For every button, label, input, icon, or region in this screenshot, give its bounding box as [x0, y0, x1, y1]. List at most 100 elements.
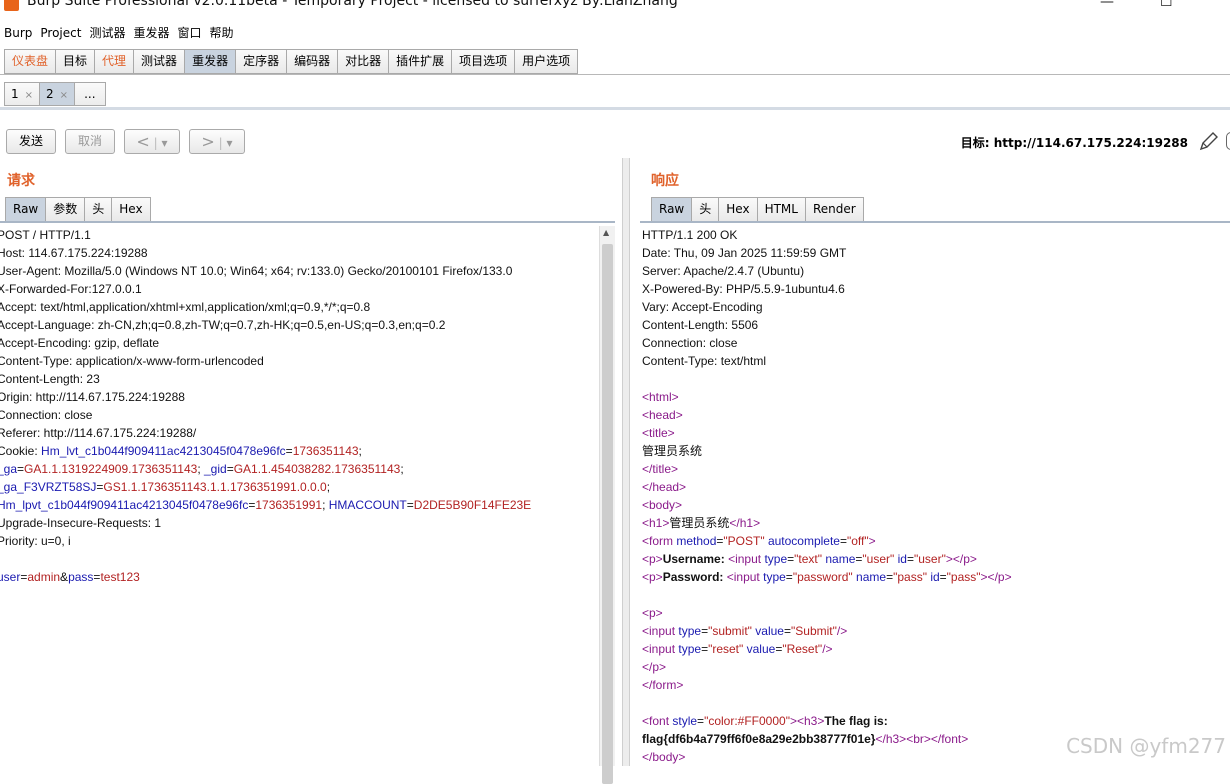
menu-item-3[interactable]: 重发器 [129, 22, 173, 44]
response-token: id [930, 570, 940, 584]
request-token: pass [68, 570, 94, 584]
request-token: & [60, 570, 69, 584]
response-token: = [783, 624, 791, 638]
response-line: Date: Thu, 09 Jan 2025 11:59:59 GMT [642, 244, 1230, 262]
response-line: <form method="POST" autocomplete="off"> [642, 532, 1230, 550]
forward-icon: > [201, 132, 215, 151]
response-token: Content-Type: text/html [642, 354, 767, 368]
response-line: <p>Password: <input type="password" name… [642, 568, 1230, 586]
split-divider[interactable] [622, 158, 630, 766]
repeater-tab-0[interactable]: 1 × [4, 82, 40, 106]
response-line: <input type="reset" value="Reset"/> [642, 640, 1230, 658]
response-token: X-Powered-By: PHP/5.5.9-1ubuntu4.6 [642, 282, 845, 296]
response-view-tab-1[interactable]: 头 [691, 197, 719, 222]
request-token: GS1.1.1736351143.1.1.1736351991.0.0.0 [103, 480, 327, 494]
response-line: Connection: close [642, 334, 1230, 352]
main-tab-8[interactable]: 插件扩展 [388, 49, 452, 74]
main-tab-9[interactable]: 项目选项 [451, 49, 515, 74]
response-token: </h3> [875, 732, 907, 746]
response-view-tab-4[interactable]: Render [804, 197, 864, 222]
request-view-tab-1[interactable]: 参数 [45, 197, 85, 222]
response-token: = [939, 570, 947, 584]
menu-item-1[interactable]: Project [36, 22, 85, 44]
window-title: Burp Suite Professional v2.0.11beta - Te… [27, 0, 678, 9]
response-token: "password" [792, 570, 853, 584]
response-token: Vary: Accept-Encoding [642, 300, 763, 314]
request-line: Content-Length: 23 [0, 370, 597, 388]
response-line: Server: Apache/2.4.7 (Ubuntu) [642, 262, 1230, 280]
request-view-tab-3[interactable]: Hex [111, 197, 151, 222]
main-tab-5[interactable]: 定序器 [235, 49, 287, 74]
response-line: </p> [642, 658, 1230, 676]
edit-target-icon[interactable] [1198, 130, 1220, 152]
target-prefix: 目标: [960, 136, 994, 150]
close-tab-icon[interactable]: × [60, 90, 68, 101]
menu-item-5[interactable]: 帮助 [206, 22, 238, 44]
main-tab-4[interactable]: 重发器 [184, 49, 236, 74]
repeater-tab-2[interactable]: ... [74, 82, 106, 106]
response-line: Content-Length: 5506 [642, 316, 1230, 334]
main-tab-1[interactable]: 目标 [55, 49, 95, 74]
close-tab-icon[interactable]: × [25, 90, 33, 101]
send-button[interactable]: 发送 [6, 129, 56, 154]
request-token: _gid [204, 462, 227, 476]
response-view-tab-0[interactable]: Raw [651, 197, 692, 222]
request-line: Accept-Encoding: gzip, deflate [0, 334, 597, 352]
request-line [0, 550, 597, 568]
response-token: <input [642, 642, 679, 656]
main-tab-0[interactable]: 仪表盘 [4, 49, 56, 74]
forward-button[interactable]: > | ▾ [189, 129, 245, 154]
response-token: <p> [642, 606, 663, 620]
menu-item-0[interactable]: Burp [0, 22, 36, 44]
menu-item-4[interactable]: 窗口 [173, 22, 205, 44]
maximize-icon[interactable]: ☐ [1160, 0, 1173, 10]
main-tab-6[interactable]: 编码器 [286, 49, 338, 74]
cancel-button[interactable]: 取消 [65, 129, 115, 154]
response-token: id [897, 552, 907, 566]
repeater-tab-label: 1 [11, 87, 19, 101]
tab-divider [0, 74, 1230, 75]
response-token: "pass" [946, 570, 981, 584]
response-token: <p> [642, 570, 663, 584]
response-line [642, 586, 1230, 604]
request-token: Referer: http://114.67.175.224:19288/ [0, 426, 197, 440]
menu-item-2[interactable]: 测试器 [85, 22, 129, 44]
response-token: "submit" [708, 624, 752, 638]
response-token: type [764, 552, 788, 566]
back-button[interactable]: < | ▾ [124, 129, 180, 154]
request-line: Connection: close [0, 406, 597, 424]
main-tab-2[interactable]: 代理 [94, 49, 134, 74]
repeater-tab-1[interactable]: 2 × [39, 82, 75, 106]
request-line: Accept: text/html,application/xhtml+xml,… [0, 298, 597, 316]
request-editor[interactable]: POST / HTTP/1.1 Host: 114.67.175.224:1928… [0, 226, 597, 766]
request-view-tab-2[interactable]: 头 [84, 197, 112, 222]
response-token: </body> [642, 750, 686, 764]
response-token: <form [642, 534, 677, 548]
response-token: <h1> [642, 516, 670, 530]
response-token: <head> [642, 408, 683, 422]
back-dropdown-icon: ▾ [161, 136, 168, 150]
response-token: "user" [914, 552, 946, 566]
scroll-up-icon[interactable]: ▲ [603, 228, 609, 237]
request-line: _ga_F3VRZT58SJ=GS1.1.1736351143.1.1.1736… [0, 478, 597, 496]
main-tab-10[interactable]: 用户选项 [514, 49, 579, 74]
response-line: </head> [642, 478, 1230, 496]
minimize-icon[interactable]: — [1100, 0, 1114, 10]
request-token: ; [326, 480, 331, 494]
main-tab-7[interactable]: 对比器 [337, 49, 389, 74]
help-icon[interactable] [1226, 132, 1230, 150]
request-scrollbar[interactable]: ▲ [599, 226, 615, 784]
response-editor[interactable]: HTTP/1.1 200 OK Date: Thu, 09 Jan 2025 11… [642, 226, 1230, 766]
back-icon: < [136, 132, 150, 151]
main-tab-3[interactable]: 测试器 [133, 49, 185, 74]
response-view-tab-3[interactable]: HTML [756, 197, 805, 222]
request-view-tab-0[interactable]: Raw [5, 197, 46, 222]
request-token: = [17, 462, 25, 476]
request-line: X-Forwarded-For:127.0.0.1 [0, 280, 597, 298]
response-line: <p>Username: <input type="text" name="us… [642, 550, 1230, 568]
scroll-thumb[interactable] [602, 244, 613, 784]
response-token: "Reset" [782, 642, 823, 656]
response-view-tab-2[interactable]: Hex [718, 197, 757, 222]
main-tabs: 仪表盘 目标 代理 测试器 重发器 定序器 编码器 对比器 插件扩展 项目选项 用户选项 [4, 49, 579, 74]
request-token: Hm_lpvt_c1b044f909411ac4213045f0478e96fc [0, 498, 249, 512]
